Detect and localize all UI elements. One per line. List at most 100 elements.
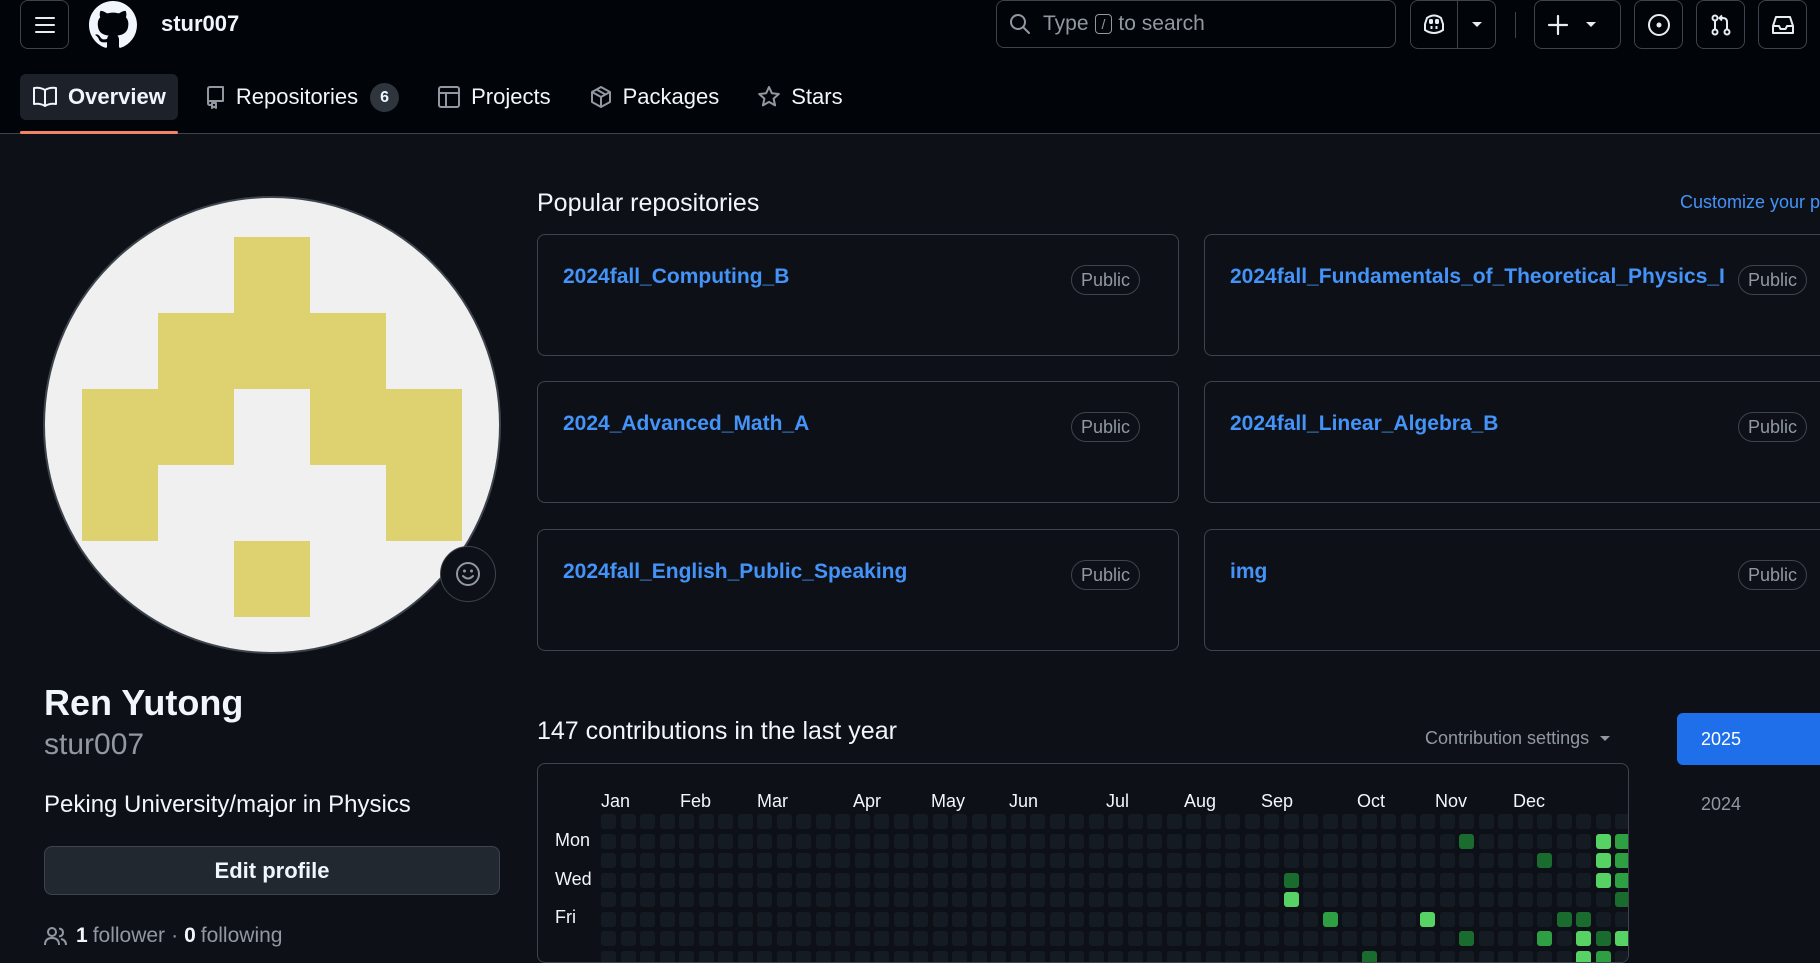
contribution-day[interactable] (1459, 912, 1474, 927)
contribution-day[interactable] (1011, 873, 1026, 888)
contribution-day[interactable] (1498, 951, 1513, 963)
contribution-day[interactable] (1128, 912, 1143, 927)
contribution-day[interactable] (1089, 951, 1104, 963)
contribution-day[interactable] (1069, 834, 1084, 849)
contribution-day[interactable] (1186, 853, 1201, 868)
contribution-day[interactable] (1362, 951, 1377, 963)
contribution-day[interactable] (952, 931, 967, 946)
contribution-day[interactable] (1323, 873, 1338, 888)
contribution-day[interactable] (1245, 814, 1260, 829)
contribution-day[interactable] (1206, 873, 1221, 888)
contribution-day[interactable] (1050, 814, 1065, 829)
contribution-day[interactable] (679, 912, 694, 927)
contribution-day[interactable] (1069, 892, 1084, 907)
contribution-day[interactable] (796, 814, 811, 829)
contribution-day[interactable] (1342, 814, 1357, 829)
contribution-day[interactable] (621, 853, 636, 868)
contribution-day[interactable] (640, 814, 655, 829)
contribution-day[interactable] (601, 951, 616, 963)
contribution-day[interactable] (1284, 931, 1299, 946)
contribution-day[interactable] (1089, 853, 1104, 868)
contribution-day[interactable] (1557, 814, 1572, 829)
contribution-day[interactable] (1362, 834, 1377, 849)
contribution-day[interactable] (718, 814, 733, 829)
contribution-day[interactable] (835, 834, 850, 849)
contribution-day[interactable] (1225, 814, 1240, 829)
followers-link[interactable]: follower (93, 924, 165, 948)
contribution-day[interactable] (1225, 951, 1240, 963)
contribution-day[interactable] (601, 853, 616, 868)
year-2025-button[interactable]: 2025 (1677, 713, 1820, 765)
contribution-day[interactable] (1186, 931, 1201, 946)
contribution-day[interactable] (796, 951, 811, 963)
contribution-day[interactable] (991, 873, 1006, 888)
contribution-day[interactable] (835, 951, 850, 963)
contribution-day[interactable] (1420, 853, 1435, 868)
contribution-day[interactable] (1362, 873, 1377, 888)
contribution-day[interactable] (991, 853, 1006, 868)
contribution-day[interactable] (972, 951, 987, 963)
contribution-day[interactable] (1303, 912, 1318, 927)
contribution-day[interactable] (640, 892, 655, 907)
contribution-day[interactable] (718, 931, 733, 946)
contribution-day[interactable] (1206, 892, 1221, 907)
contribution-day[interactable] (1401, 931, 1416, 946)
contribution-day[interactable] (1596, 834, 1611, 849)
contribution-day[interactable] (1362, 931, 1377, 946)
contribution-day[interactable] (1264, 951, 1279, 963)
contribution-day[interactable] (1479, 951, 1494, 963)
contribution-day[interactable] (874, 853, 889, 868)
contribution-day[interactable] (1518, 873, 1533, 888)
contribution-day[interactable] (1284, 892, 1299, 907)
contribution-day[interactable] (952, 834, 967, 849)
tab-overview[interactable]: Overview (20, 74, 178, 120)
contribution-day[interactable] (1440, 951, 1455, 963)
contribution-day[interactable] (1050, 834, 1065, 849)
contribution-day[interactable] (1225, 853, 1240, 868)
contribution-day[interactable] (1225, 931, 1240, 946)
contribution-day[interactable] (1440, 912, 1455, 927)
contribution-day[interactable] (1537, 814, 1552, 829)
contribution-day[interactable] (1381, 931, 1396, 946)
contribution-day[interactable] (1050, 912, 1065, 927)
contribution-day[interactable] (738, 912, 753, 927)
contribution-day[interactable] (1537, 912, 1552, 927)
search-input[interactable]: Type / to search (996, 0, 1396, 48)
contribution-day[interactable] (874, 814, 889, 829)
contribution-day[interactable] (1479, 873, 1494, 888)
contribution-day[interactable] (621, 814, 636, 829)
contribution-day[interactable] (1225, 892, 1240, 907)
contribution-day[interactable] (1284, 834, 1299, 849)
contribution-day[interactable] (913, 892, 928, 907)
contribution-day[interactable] (1167, 834, 1182, 849)
contribution-day[interactable] (1089, 892, 1104, 907)
contribution-day[interactable] (972, 834, 987, 849)
contribution-day[interactable] (1206, 853, 1221, 868)
contribution-day[interactable] (894, 892, 909, 907)
contribution-day[interactable] (1186, 834, 1201, 849)
repo-link[interactable]: 2024fall_Linear_Algebra_B (1230, 412, 1498, 436)
contribution-day[interactable] (1264, 853, 1279, 868)
contribution-day[interactable] (835, 912, 850, 927)
contribution-day[interactable] (1557, 912, 1572, 927)
contribution-day[interactable] (1264, 834, 1279, 849)
contribution-day[interactable] (1069, 931, 1084, 946)
contribution-day[interactable] (1225, 873, 1240, 888)
contribution-day[interactable] (1303, 951, 1318, 963)
contribution-day[interactable] (933, 912, 948, 927)
contribution-day[interactable] (1186, 814, 1201, 829)
contribution-day[interactable] (1459, 853, 1474, 868)
contribution-day[interactable] (1381, 814, 1396, 829)
contribution-day[interactable] (777, 951, 792, 963)
contribution-day[interactable] (933, 931, 948, 946)
contribution-day[interactable] (699, 951, 714, 963)
contribution-day[interactable] (1518, 853, 1533, 868)
contribution-day[interactable] (1128, 931, 1143, 946)
contribution-day[interactable] (738, 814, 753, 829)
contribution-day[interactable] (1108, 873, 1123, 888)
contribution-day[interactable] (796, 912, 811, 927)
contribution-day[interactable] (1089, 814, 1104, 829)
contribution-day[interactable] (777, 873, 792, 888)
contribution-day[interactable] (894, 912, 909, 927)
contribution-day[interactable] (1576, 912, 1591, 927)
